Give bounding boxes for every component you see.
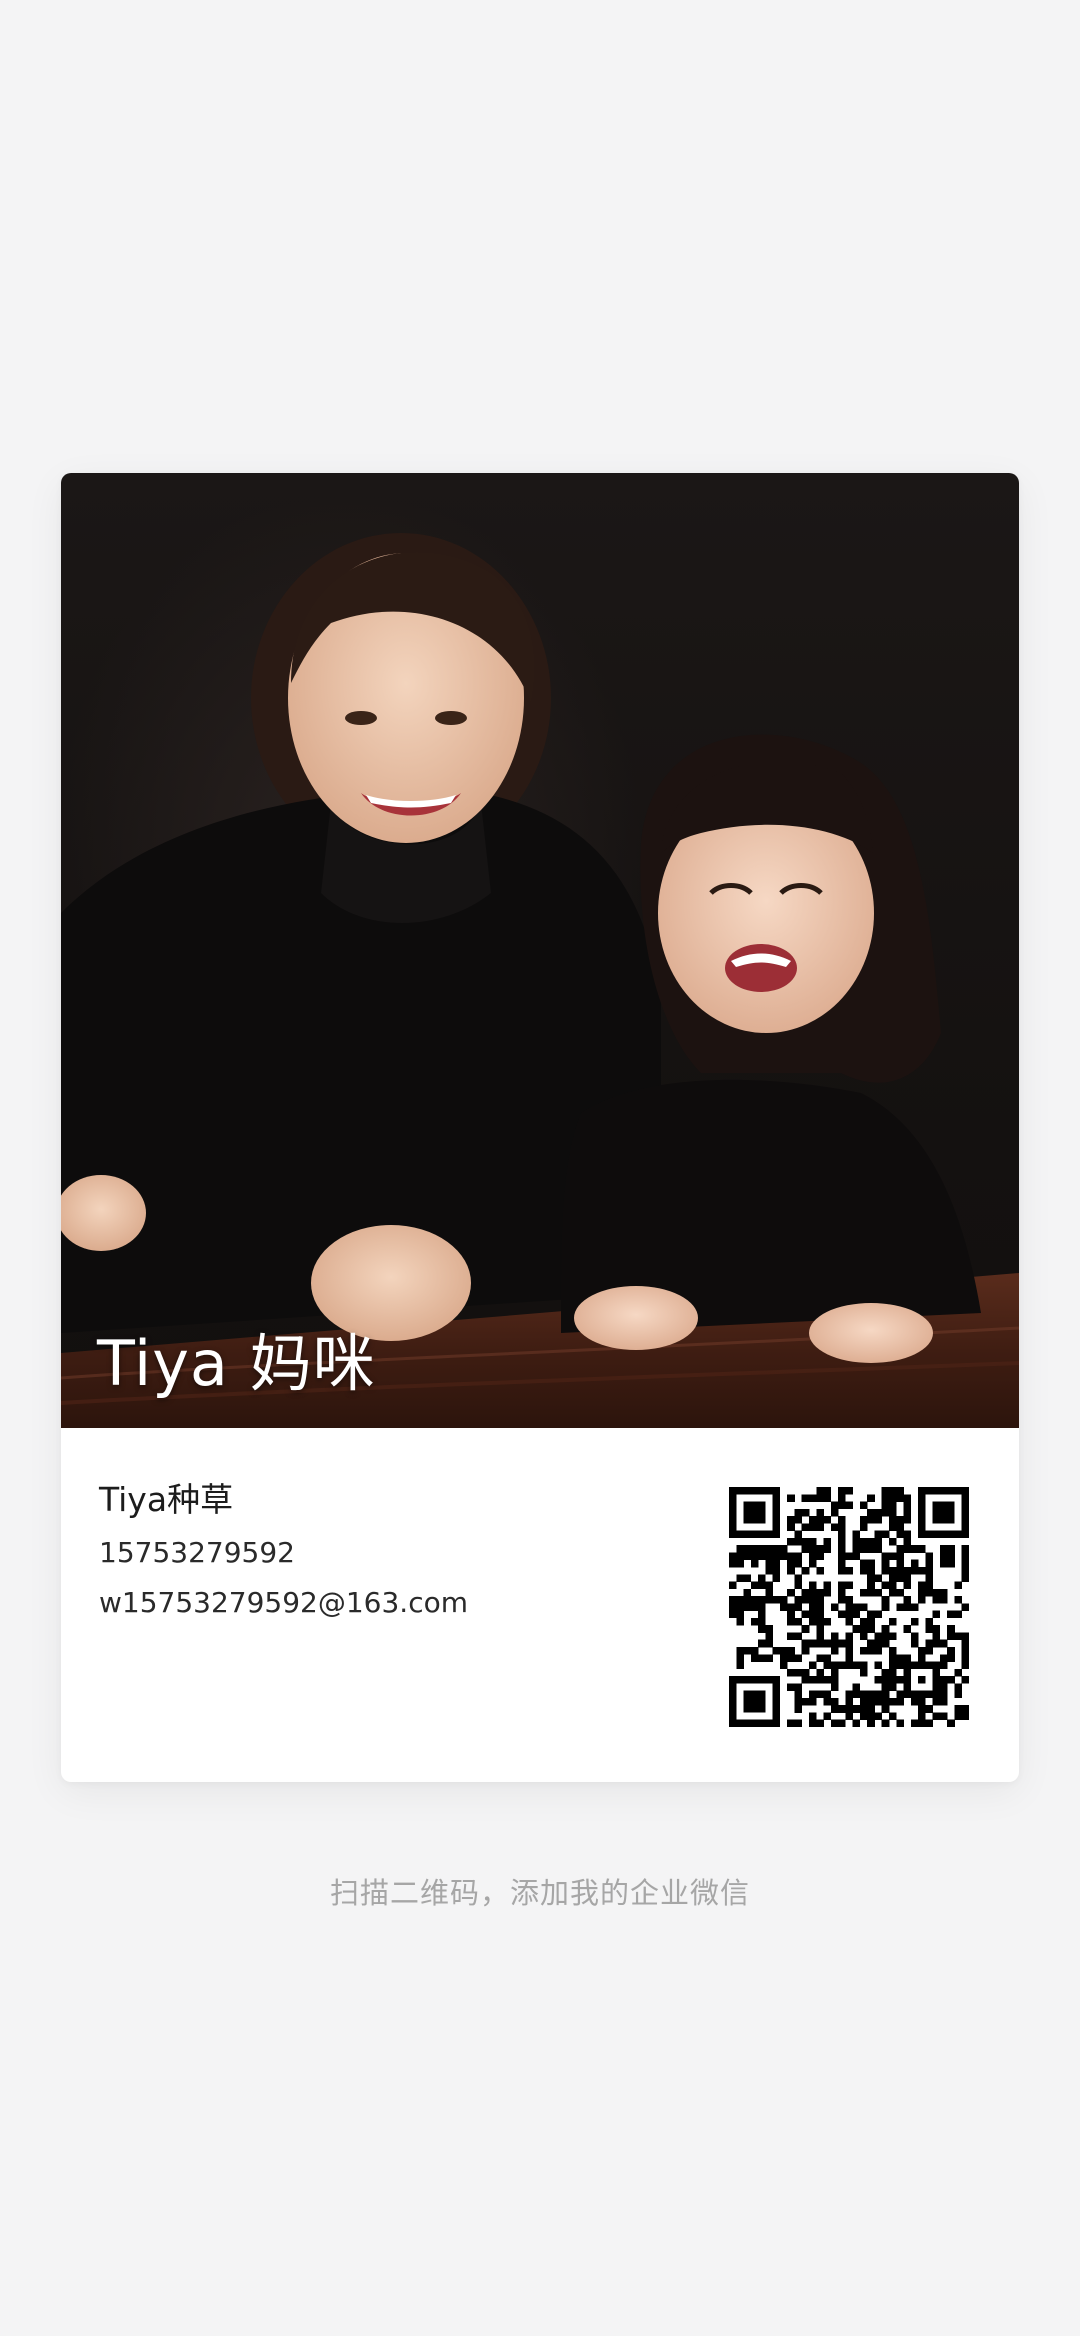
- contact-email: w15753279592@163.com: [99, 1586, 469, 1619]
- photo-name-overlay: Tiya 妈咪: [97, 1327, 376, 1400]
- scan-hint: 扫描二维码，添加我的企业微信: [329, 1876, 750, 1910]
- business-card: Tiya 妈咪 Tiya种草 15753279592 w15753279592@…: [61, 473, 1019, 1782]
- contact-phone: 15753279592: [99, 1536, 295, 1569]
- contact-name: Tiya种草: [99, 1480, 234, 1519]
- qr-code-icon: [729, 1487, 970, 1728]
- profile-photo: Tiya 妈咪: [61, 473, 1019, 1428]
- photo-illustration: [61, 533, 1019, 1428]
- contact-info: Tiya种草 15753279592 w15753279592@163.com: [99, 1478, 468, 1634]
